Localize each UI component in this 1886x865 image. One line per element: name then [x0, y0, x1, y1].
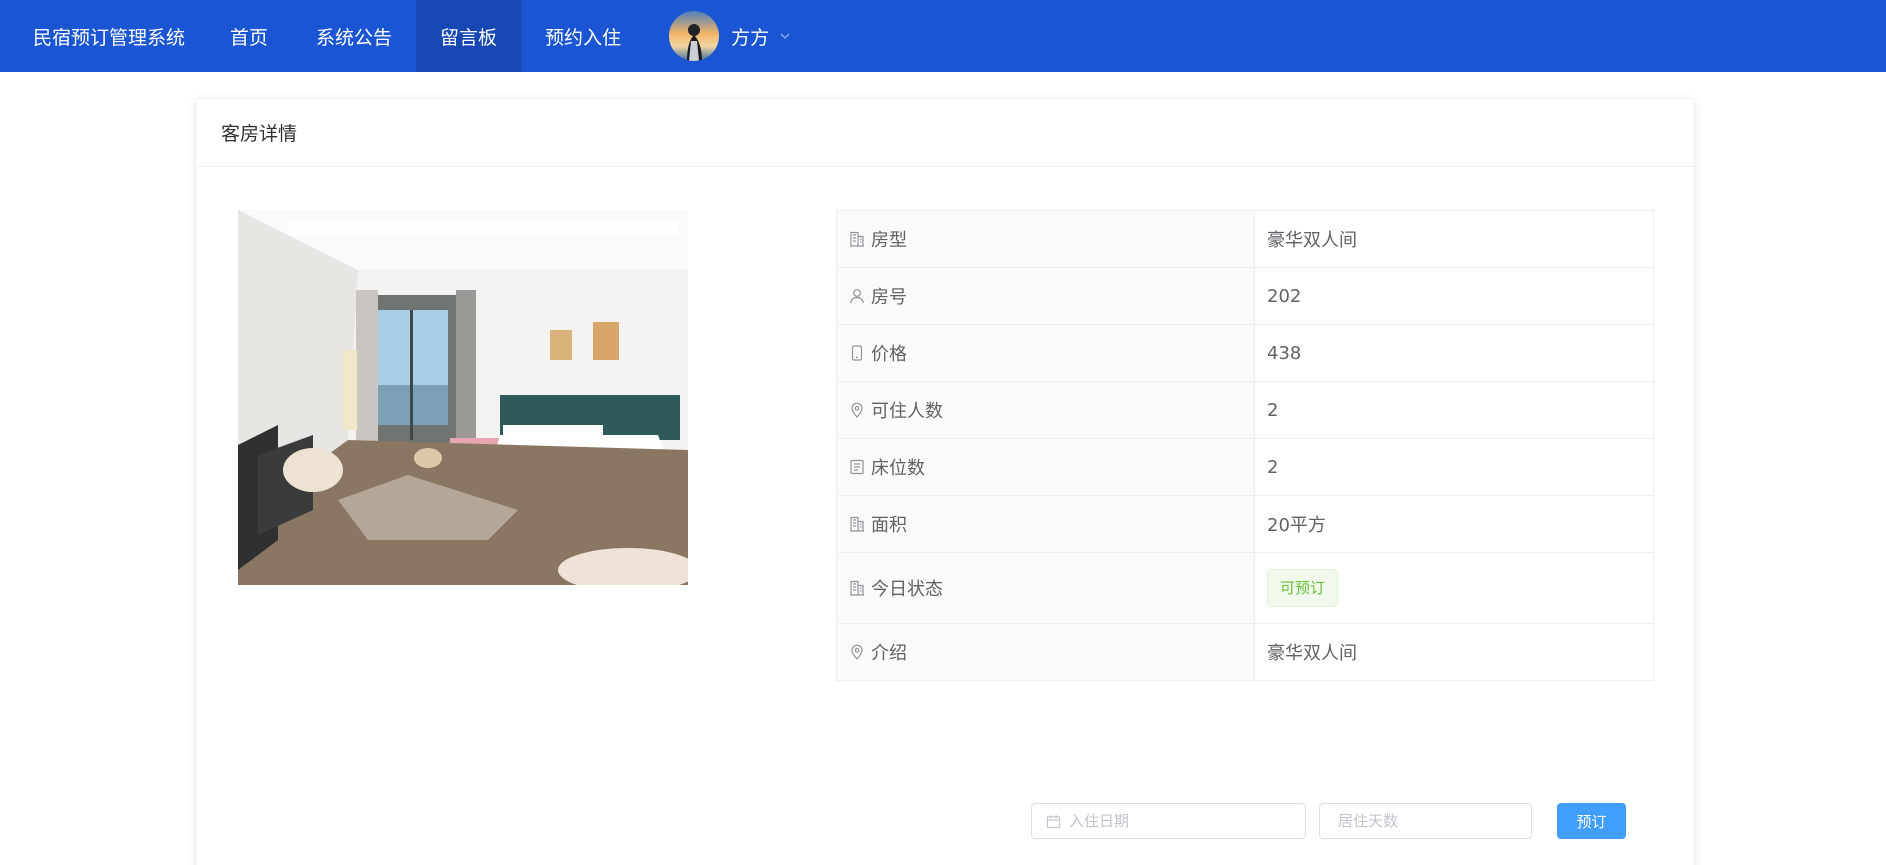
room-detail-card: 客房详情 房型 豪华双人间 房号 202 价格 438 可住人数 2 床位数 2…	[195, 98, 1695, 865]
detail-value: 豪华双人间	[1254, 210, 1654, 268]
detail-value: 2	[1254, 438, 1654, 496]
site-title[interactable]: 民宿预订管理系统	[0, 0, 206, 72]
nav-item-announcements[interactable]: 系统公告	[292, 0, 416, 72]
detail-row: 价格 438	[836, 324, 1654, 382]
detail-label: 面积	[871, 515, 907, 536]
check-in-date-picker[interactable]	[1031, 803, 1306, 839]
nav-item-reservations[interactable]: 预约入住	[521, 0, 645, 72]
tickets-icon	[849, 459, 865, 475]
detail-row: 房型 豪华双人间	[836, 210, 1654, 268]
nav-item-home[interactable]: 首页	[206, 0, 292, 72]
chevron-down-icon[interactable]	[779, 30, 791, 42]
detail-row: 今日状态 可预订	[836, 552, 1654, 624]
stay-days-field[interactable]	[1319, 803, 1532, 839]
detail-label: 床位数	[871, 458, 925, 479]
detail-label: 价格	[871, 344, 907, 365]
book-button[interactable]: 预订	[1557, 803, 1626, 839]
detail-row: 面积 20平方	[836, 495, 1654, 553]
user-menu[interactable]: 方方	[645, 0, 791, 72]
detail-label: 介绍	[871, 643, 907, 664]
room-photo	[238, 210, 688, 585]
room-details-table: 房型 豪华双人间 房号 202 价格 438 可住人数 2 床位数 2 面积 2…	[836, 210, 1654, 681]
user-icon	[849, 288, 865, 304]
detail-label: 房型	[871, 230, 907, 251]
detail-value: 438	[1254, 324, 1654, 382]
avatar[interactable]	[669, 11, 720, 61]
detail-label: 可住人数	[871, 401, 943, 422]
detail-value: 豪华双人间	[1254, 623, 1654, 681]
detail-label: 房号	[871, 287, 907, 308]
nav-item-message-board[interactable]: 留言板	[416, 0, 522, 72]
location-icon	[849, 644, 865, 660]
detail-value: 202	[1254, 267, 1654, 325]
office-building-icon	[849, 580, 865, 596]
status-badge: 可预订	[1267, 569, 1339, 607]
location-icon	[849, 402, 865, 418]
detail-row: 可住人数 2	[836, 381, 1654, 439]
detail-label: 今日状态	[871, 579, 943, 600]
detail-row: 床位数 2	[836, 438, 1654, 496]
office-building-icon	[849, 231, 865, 247]
top-navbar: 民宿预订管理系统 首页 系统公告 留言板 预约入住 方方	[0, 0, 1886, 72]
stay-days-input[interactable]	[1338, 812, 1531, 830]
detail-row: 介绍 豪华双人间	[836, 623, 1654, 681]
office-building-icon	[849, 516, 865, 532]
detail-row: 房号 202	[836, 267, 1654, 325]
calendar-icon	[1046, 814, 1061, 828]
mobile-phone-icon	[849, 345, 865, 361]
card-title: 客房详情	[196, 99, 1694, 167]
user-name: 方方	[731, 26, 770, 49]
detail-value: 2	[1254, 381, 1654, 439]
detail-value: 20平方	[1254, 495, 1654, 553]
check-in-date-input[interactable]	[1069, 812, 1305, 830]
